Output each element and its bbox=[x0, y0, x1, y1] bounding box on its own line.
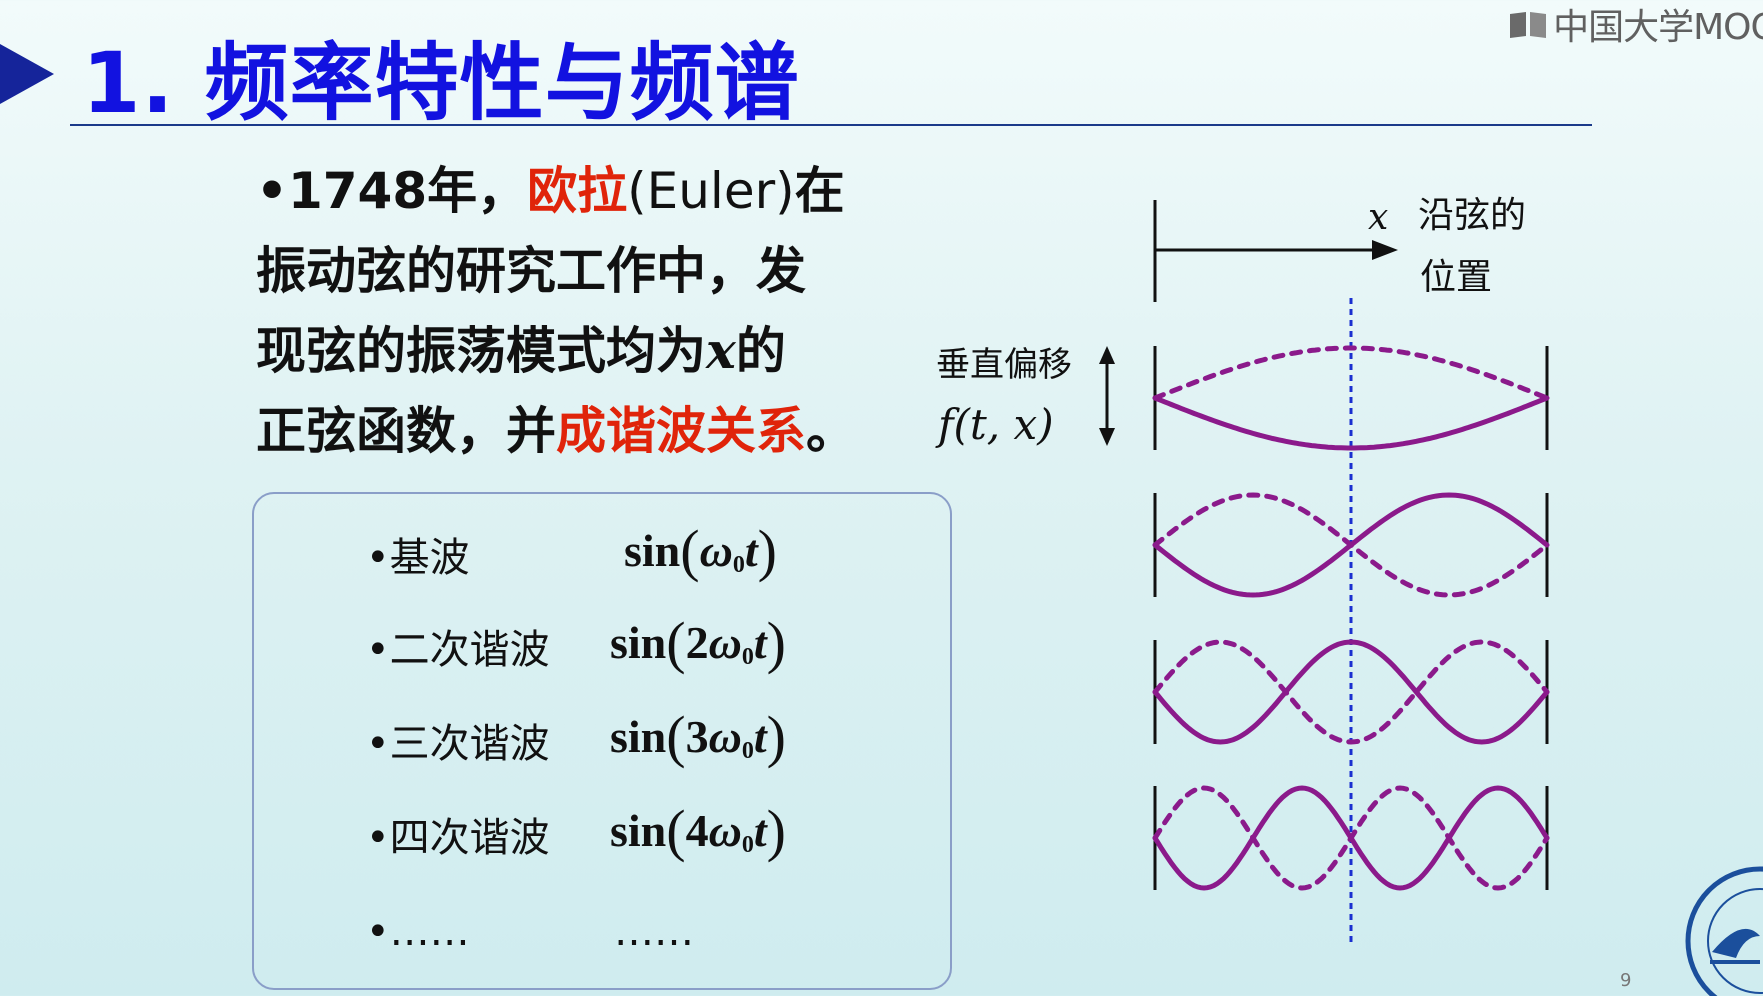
x-axis-arrowhead-icon bbox=[1372, 240, 1398, 260]
university-seal-logo bbox=[1685, 866, 1763, 996]
arrow-down-icon bbox=[1099, 428, 1115, 446]
page-number: 9 bbox=[1620, 970, 1632, 991]
standing-wave-diagram bbox=[1099, 200, 1550, 942]
arrow-up-icon bbox=[1099, 346, 1115, 364]
